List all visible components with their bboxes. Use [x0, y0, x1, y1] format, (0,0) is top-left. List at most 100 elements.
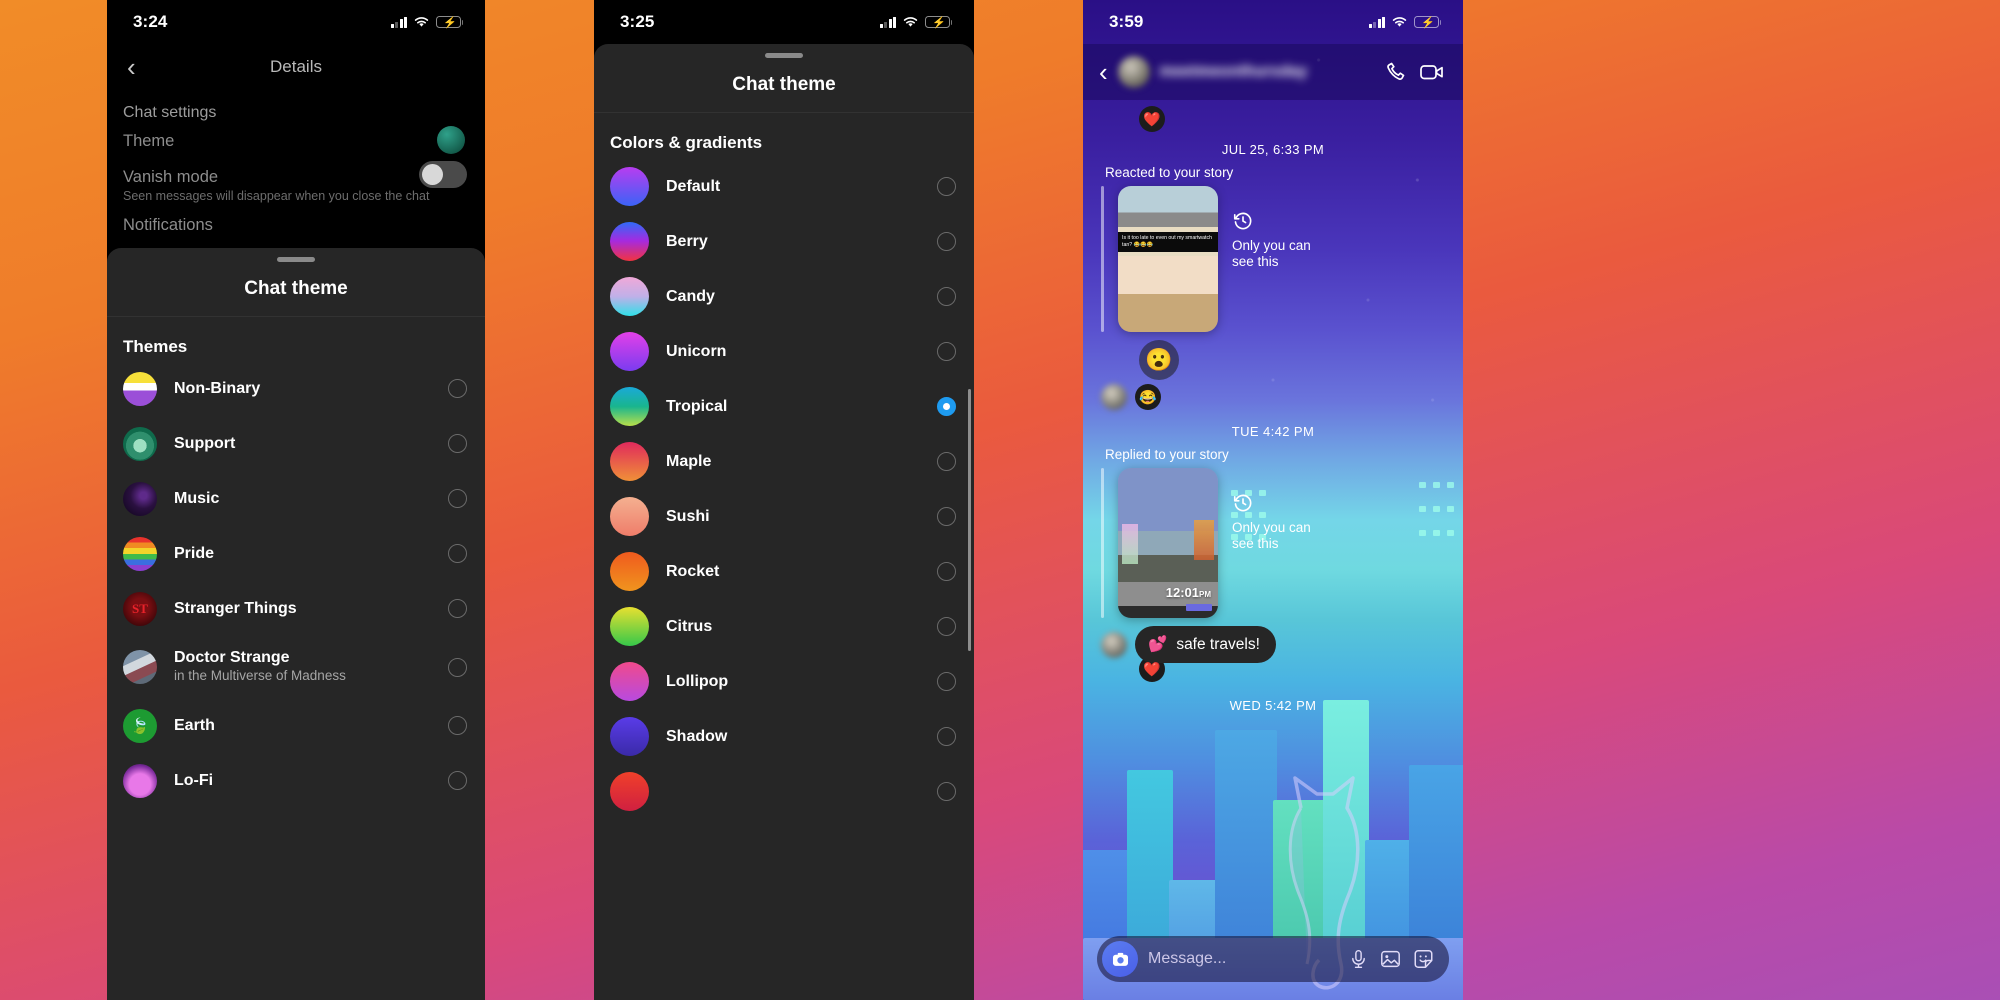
avatar[interactable] — [1117, 56, 1150, 88]
color-radio[interactable] — [937, 782, 956, 801]
list-item[interactable]: Shadow — [594, 709, 974, 764]
theme-list: Non-Binary Support Music Pride ST Strang… — [107, 361, 485, 808]
message-reaction[interactable]: ❤️ — [1139, 106, 1165, 132]
list-item-label: Stranger Things — [174, 599, 297, 617]
list-item[interactable]: Lollipop — [594, 654, 974, 709]
chevron-left-icon[interactable]: ‹ — [1099, 59, 1108, 85]
image-icon[interactable] — [1379, 948, 1402, 970]
cellular-signal-icon — [879, 16, 896, 28]
list-item-sublabel: in the Multiverse of Madness — [174, 668, 346, 683]
history-clock-icon — [1233, 494, 1252, 512]
list-item[interactable]: Default — [594, 159, 974, 214]
microphone-icon[interactable] — [1348, 948, 1369, 970]
list-item[interactable]: Unicorn — [594, 324, 974, 379]
list-item[interactable]: Rocket — [594, 544, 974, 599]
bubble-emoji: 💕 — [1148, 636, 1168, 653]
theme-radio[interactable] — [448, 544, 467, 563]
color-theme-list: Default Berry Candy Unicorn Tropical Map… — [594, 157, 974, 819]
color-radio[interactable] — [937, 232, 956, 251]
list-item[interactable]: Non-Binary — [107, 361, 485, 416]
list-item[interactable]: Candy — [594, 269, 974, 324]
story-reaction-emoji[interactable]: 😮 — [1139, 340, 1179, 380]
list-item[interactable]: Music — [107, 471, 485, 526]
vanish-mode-row[interactable]: Vanish mode Seen messages will disappear… — [107, 158, 485, 206]
story-reaction-emoji[interactable]: 😂 — [1135, 384, 1161, 410]
vanish-mode-toggle[interactable] — [419, 161, 467, 188]
color-radio[interactable] — [937, 617, 956, 636]
list-item[interactable]: Tropical — [594, 379, 974, 434]
color-radio[interactable] — [937, 562, 956, 581]
color-swatch-rocket — [610, 552, 649, 591]
list-item[interactable]: Sushi — [594, 489, 974, 544]
status-icons: ⚡ — [879, 16, 953, 29]
sticker-icon[interactable] — [1412, 948, 1435, 970]
story-reply-block-2: 12:01PM Only you can see this — [1083, 468, 1463, 618]
theme-radio[interactable] — [448, 489, 467, 508]
story-caption: Is it too late to even out my smartwatch… — [1118, 232, 1218, 253]
color-radio[interactable] — [937, 287, 956, 306]
colors-gradients-group-label: Colors & gradients — [610, 133, 763, 152]
message-bubble[interactable]: 💕 safe travels! — [1135, 626, 1276, 663]
list-item[interactable]: 🍃 Earth — [107, 698, 485, 753]
conversation-username[interactable]: meetmeonthursday — [1160, 63, 1375, 81]
status-icons: ⚡ — [1368, 16, 1442, 29]
color-swatch-berry — [610, 222, 649, 261]
list-item[interactable]: ST Stranger Things — [107, 581, 485, 636]
composer-bar: Message... — [1097, 936, 1449, 982]
color-swatch-maple — [610, 442, 649, 481]
chat-theme-sheet: Chat theme Colors & gradients Default Be… — [594, 44, 974, 1000]
list-item-label: Lollipop — [666, 672, 729, 690]
vertical-scrollbar[interactable] — [968, 389, 971, 651]
list-item[interactable]: Pride — [107, 526, 485, 581]
list-item[interactable] — [594, 764, 974, 819]
story-reply-block: Is it too late to even out my smartwatch… — [1083, 186, 1463, 332]
story-thumbnail[interactable]: 12:01PM — [1118, 468, 1218, 618]
list-item-label: Non-Binary — [174, 379, 261, 397]
message-input[interactable]: Message... — [1148, 950, 1338, 968]
theme-preview-swatch[interactable] — [437, 126, 465, 154]
color-radio[interactable] — [937, 342, 956, 361]
list-item[interactable]: Lo-Fi — [107, 753, 485, 808]
story-thumbnail[interactable]: Is it too late to even out my smartwatch… — [1118, 186, 1218, 332]
only-you-can-see-this-label: Only you can see this — [1232, 520, 1311, 551]
camera-icon[interactable] — [1102, 941, 1138, 977]
theme-row[interactable]: Theme — [107, 122, 485, 158]
wifi-icon — [414, 17, 429, 27]
vanish-mode-label: Vanish mode — [123, 168, 219, 186]
list-item-label: Candy — [666, 287, 715, 305]
color-radio[interactable] — [937, 507, 956, 526]
list-item[interactable]: Maple — [594, 434, 974, 489]
story-reaction-label: Reacted to your story — [1105, 165, 1234, 180]
color-radio[interactable] — [937, 452, 956, 471]
list-item[interactable]: Citrus — [594, 599, 974, 654]
list-item-label: Lo-Fi — [174, 771, 214, 789]
theme-radio[interactable] — [448, 379, 467, 398]
theme-radio[interactable] — [448, 716, 467, 735]
color-radio[interactable] — [937, 177, 956, 196]
message-list: ❤️ JUL 25, 6:33 PM Reacted to your story… — [1083, 106, 1463, 713]
color-radio[interactable] — [937, 727, 956, 746]
theme-swatch-music — [123, 481, 157, 516]
themes-group-label: Themes — [123, 337, 188, 356]
theme-radio[interactable] — [448, 771, 467, 790]
chat-settings-section-label: Chat settings — [123, 104, 217, 121]
phone-screen-conversation: 3:59 ⚡ ‹ meetmeonthursday ❤️ JUL 25, 6:3… — [1083, 0, 1463, 1000]
wifi-icon — [903, 17, 918, 27]
theme-radio[interactable] — [448, 434, 467, 453]
color-swatch-tropical — [610, 387, 649, 426]
list-item-label: Maple — [666, 452, 712, 470]
notifications-row[interactable]: Notifications — [107, 206, 485, 235]
phone-icon[interactable] — [1385, 60, 1409, 84]
theme-radio[interactable] — [448, 657, 467, 677]
list-item[interactable]: Berry — [594, 214, 974, 269]
color-radio-selected[interactable] — [937, 397, 956, 416]
story-note: Only you can see this — [1232, 468, 1311, 551]
video-camera-icon[interactable] — [1419, 60, 1445, 84]
list-item[interactable]: Doctor Strange in the Multiverse of Madn… — [107, 636, 485, 698]
theme-radio[interactable] — [448, 599, 467, 618]
day-separator: JUL 25, 6:33 PM — [1221, 142, 1325, 157]
list-item[interactable]: Support — [107, 416, 485, 471]
conversation-header: ‹ meetmeonthursday — [1083, 44, 1463, 100]
color-radio[interactable] — [937, 672, 956, 691]
color-swatch-candy — [610, 277, 649, 316]
